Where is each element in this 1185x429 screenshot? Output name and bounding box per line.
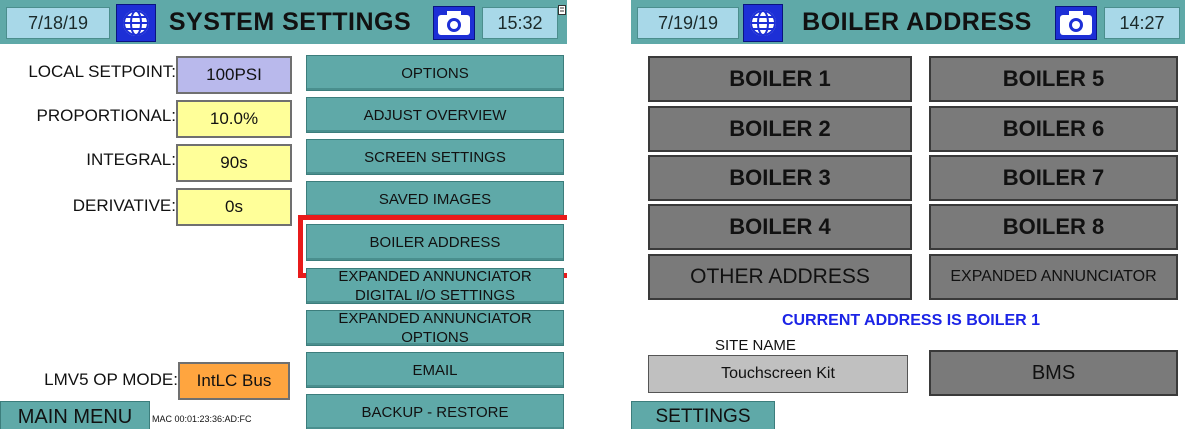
header-bar: 7/18/19 SYSTEM SETTINGS 15:32 xyxy=(0,0,567,44)
globe-icon[interactable] xyxy=(116,4,156,42)
saved-images-button[interactable]: SAVED IMAGES xyxy=(306,181,564,217)
integral-field[interactable]: 90s xyxy=(176,144,292,182)
header-time: 14:27 xyxy=(1104,7,1180,39)
button-line-1: EXPANDED ANNUNCIATOR xyxy=(338,268,532,285)
boiler-6-button[interactable]: BOILER 6 xyxy=(929,106,1178,152)
mac-address: MAC 00:01:23:36:AD:FC xyxy=(152,414,252,424)
globe-icon[interactable] xyxy=(743,4,783,42)
boiler-7-button[interactable]: BOILER 7 xyxy=(929,155,1178,201)
adjust-overview-button[interactable]: ADJUST OVERVIEW xyxy=(306,97,564,133)
button-line-2: OPTIONS xyxy=(401,329,469,346)
bms-button[interactable]: BMS xyxy=(929,350,1178,396)
proportional-label: PROPORTIONAL: xyxy=(36,106,177,125)
expanded-annunciator-button[interactable]: EXPANDED ANNUNCIATOR xyxy=(929,254,1178,300)
backup-restore-button[interactable]: BACKUP - RESTORE xyxy=(306,394,564,429)
camera-icon[interactable] xyxy=(1055,6,1097,40)
header-date: 7/19/19 xyxy=(637,7,739,39)
op-mode-label: LMV5 OP MODE: xyxy=(44,370,178,389)
local-setpoint-field[interactable]: 100PSI xyxy=(176,56,292,94)
settings-tab[interactable]: SETTINGS xyxy=(631,401,775,429)
header-time: 15:32 xyxy=(482,7,558,39)
main-menu-tab[interactable]: MAIN MENU xyxy=(0,401,150,429)
current-address-status: CURRENT ADDRESS IS BOILER 1 xyxy=(781,312,1041,329)
options-button[interactable]: OPTIONS xyxy=(306,55,564,91)
local-setpoint-label: LOCAL SETPOINT: xyxy=(28,62,176,81)
button-line-1: EXPANDED ANNUNCIATOR xyxy=(338,310,532,327)
memory-card-icon xyxy=(558,2,566,15)
page-title: SYSTEM SETTINGS xyxy=(168,7,412,36)
header-bar: 7/19/19 BOILER ADDRESS 14:27 xyxy=(631,0,1185,44)
derivative-field[interactable]: 0s xyxy=(176,188,292,226)
site-name-field[interactable]: Touchscreen Kit xyxy=(648,355,908,393)
boiler-2-button[interactable]: BOILER 2 xyxy=(648,106,912,152)
screen-settings-button[interactable]: SCREEN SETTINGS xyxy=(306,139,564,175)
integral-label: INTEGRAL: xyxy=(86,150,176,169)
site-name-label: SITE NAME xyxy=(715,337,796,354)
expanded-annunciator-dio-button[interactable]: EXPANDED ANNUNCIATOR DIGITAL I/O SETTING… xyxy=(306,268,564,304)
page-title: BOILER ADDRESS xyxy=(802,7,1032,36)
derivative-label: DERIVATIVE: xyxy=(72,196,176,215)
system-settings-screen: 7/18/19 SYSTEM SETTINGS 15:32 LOCAL SETP… xyxy=(0,0,567,429)
boiler-5-button[interactable]: BOILER 5 xyxy=(929,56,1178,102)
button-line-2: DIGITAL I/O SETTINGS xyxy=(354,287,516,304)
expanded-annunciator-options-button[interactable]: EXPANDED ANNUNCIATOR OPTIONS xyxy=(306,310,564,346)
other-address-button[interactable]: OTHER ADDRESS xyxy=(648,254,912,300)
op-mode-field[interactable]: IntLC Bus xyxy=(178,362,290,400)
boiler-8-button[interactable]: BOILER 8 xyxy=(929,204,1178,250)
email-button[interactable]: EMAIL xyxy=(306,352,564,388)
boiler-address-screen: 7/19/19 BOILER ADDRESS 14:27 BOILER 1 BO… xyxy=(631,0,1185,429)
proportional-field[interactable]: 10.0% xyxy=(176,100,292,138)
boiler-4-button[interactable]: BOILER 4 xyxy=(648,204,912,250)
boiler-3-button[interactable]: BOILER 3 xyxy=(648,155,912,201)
camera-icon[interactable] xyxy=(433,6,475,40)
header-date: 7/18/19 xyxy=(6,7,110,39)
boiler-1-button[interactable]: BOILER 1 xyxy=(648,56,912,102)
